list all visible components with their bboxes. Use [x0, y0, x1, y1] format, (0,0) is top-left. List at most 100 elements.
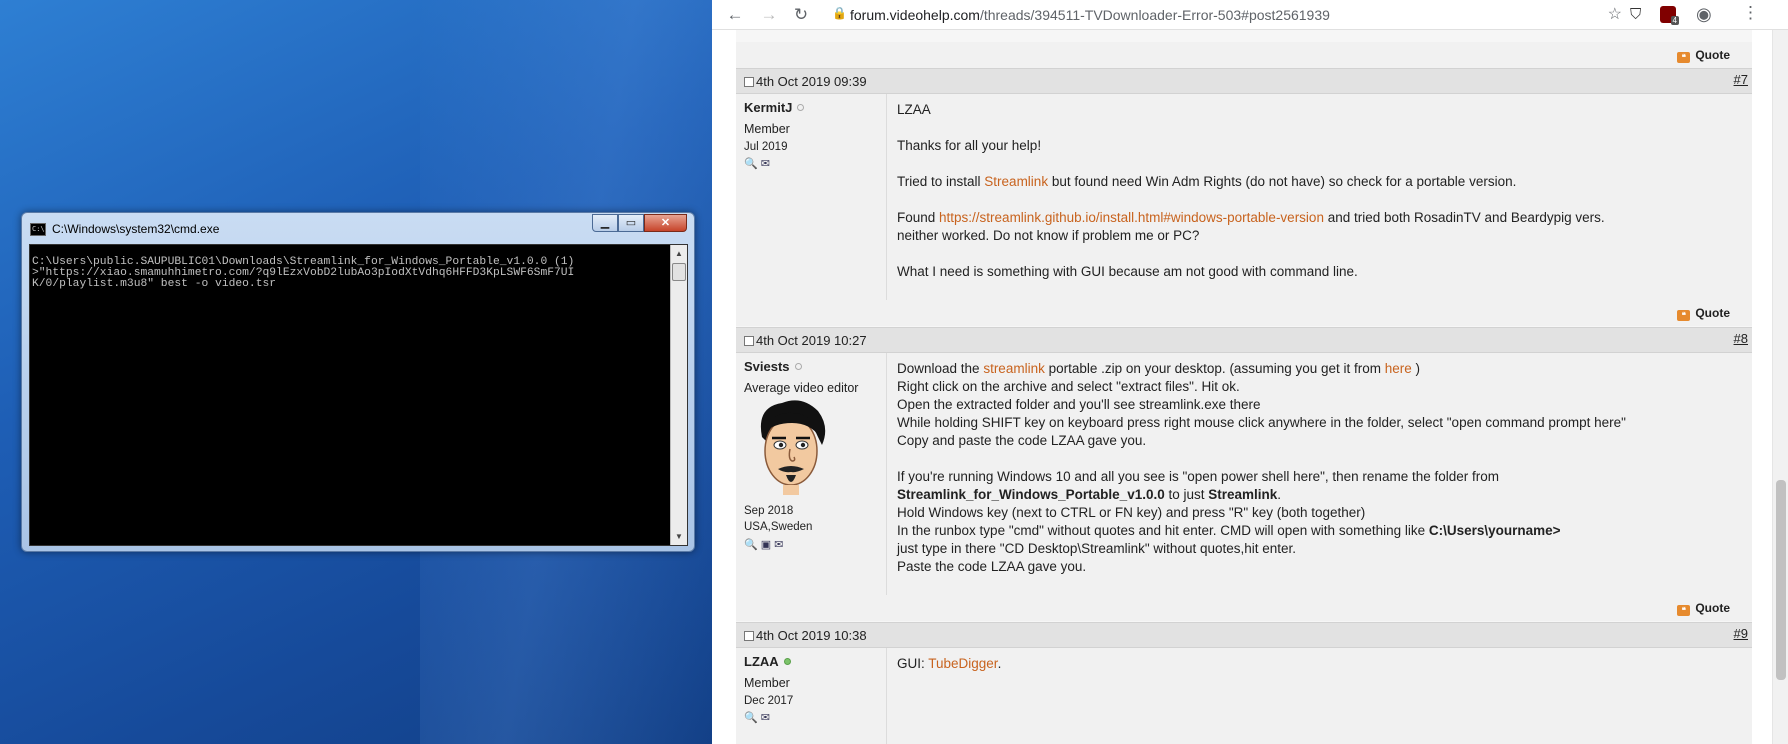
url-path: /threads/394511-TVDownloader-Error-503#p… — [979, 7, 1330, 23]
close-button[interactable]: ✕ — [644, 214, 687, 232]
user-role: Average video editor — [744, 381, 859, 395]
window-controls: ▁ ▭ ✕ — [592, 214, 687, 232]
username: LZAA — [744, 654, 779, 669]
post-header: 4th Oct 2019 10:38 #9 — [736, 622, 1752, 648]
user-avatar[interactable] — [752, 397, 830, 495]
console-area[interactable]: C:\Users\public.SAUPUBLIC01\Downloads\St… — [29, 244, 688, 546]
profile-icon[interactable]: ◉ — [1696, 4, 1712, 25]
menu-icon[interactable]: ⋮ — [1742, 3, 1759, 23]
username-link[interactable]: KermitJ — [744, 100, 805, 115]
post-text: Copy and paste the code LZAA gave you. — [897, 433, 1147, 448]
minimize-button[interactable]: ▁ — [592, 214, 618, 232]
page-scrollbar[interactable] — [1772, 30, 1788, 744]
online-status-icon — [783, 658, 791, 665]
post-text: What I need is something with GUI becaus… — [897, 264, 1358, 279]
post-text: Found https://streamlink.github.io/insta… — [897, 210, 1605, 225]
post-text: Hold Windows key (next to CTRL or FN key… — [897, 505, 1366, 520]
quote-label: Quote — [1695, 306, 1730, 320]
post-checkbox[interactable] — [744, 631, 754, 641]
back-icon[interactable]: ← — [724, 4, 746, 26]
maximize-button[interactable]: ▭ — [618, 214, 644, 232]
user-join-date: Dec 2017 — [744, 695, 794, 707]
user-actions: 🔍✉ — [744, 157, 773, 170]
shield-extension-icon[interactable]: ⛉ — [1630, 6, 1641, 23]
text-span: Found — [897, 210, 940, 225]
post-date: 4th Oct 2019 09:39 — [756, 74, 867, 89]
gallery-icon[interactable]: ▣ — [761, 539, 774, 551]
post-text: If you're running Windows 10 and all you… — [897, 469, 1499, 484]
scroll-up-icon[interactable]: ▲ — [671, 245, 687, 262]
extension-badge: 4 — [1670, 16, 1679, 25]
quote-button[interactable]: ❝ Quote — [1677, 48, 1730, 63]
post-user-panel: Sviests Average video editor Sep 2018 US… — [736, 353, 886, 595]
cmd-title-text: C:\Windows\system32\cmd.exe — [52, 222, 220, 236]
username-link[interactable]: LZAA — [744, 654, 791, 669]
mail-icon[interactable]: ✉ — [761, 712, 773, 724]
page-scroll-thumb[interactable] — [1776, 480, 1786, 680]
post-text: Tried to install Streamlink but found ne… — [897, 174, 1516, 189]
post-text: neither worked. Do not know if problem m… — [897, 228, 1200, 243]
search-icon[interactable]: 🔍 — [744, 712, 761, 724]
text-span: . — [997, 656, 1002, 671]
forum-thread: ❝ Quote 4th Oct 2019 09:39 #7 KermitJ Mem… — [736, 30, 1752, 744]
post-body: LZAA Thanks for all your help! Tried to … — [886, 94, 1752, 300]
post-number-link[interactable]: #7 — [1734, 72, 1748, 87]
quote-icon: ❝ — [1677, 605, 1691, 616]
offline-status-icon — [797, 104, 805, 111]
post-text: Download the streamlink portable .zip on… — [897, 361, 1420, 376]
cmd-window[interactable]: C:\ C:\Windows\system32\cmd.exe ▁ ▭ ✕ C:… — [21, 212, 695, 552]
text-span: to just — [1164, 487, 1209, 502]
url-text: forum.videohelp.com/threads/394511-TVDow… — [850, 7, 1330, 23]
ublock-extension-icon[interactable]: 4 — [1660, 6, 1679, 25]
mail-icon[interactable]: ✉ — [774, 539, 786, 551]
forward-icon[interactable]: → — [758, 4, 780, 26]
url-host: forum.videohelp.com — [850, 7, 980, 23]
console-line: K/0/playlist.m3u8" best -o video.tsr — [32, 278, 277, 290]
quote-label: Quote — [1695, 48, 1730, 62]
text-span: GUI: — [897, 656, 929, 671]
bookmark-star-icon[interactable]: ☆ — [1608, 4, 1622, 24]
page-content: ❝ Quote 4th Oct 2019 09:39 #7 KermitJ Mem… — [712, 30, 1772, 744]
quote-button[interactable]: ❝ Quote — [1677, 306, 1730, 321]
bold-text: C:\Users\yourname> — [1428, 523, 1561, 538]
reload-icon[interactable]: ↻ — [790, 4, 812, 26]
scroll-down-icon[interactable]: ▼ — [671, 528, 687, 545]
post-number-link[interactable]: #8 — [1734, 331, 1748, 346]
username: KermitJ — [744, 100, 793, 115]
search-icon[interactable]: 🔍 — [744, 539, 761, 551]
scroll-thumb[interactable] — [672, 263, 686, 281]
post-text: In the runbox type "cmd" without quotes … — [897, 523, 1561, 538]
offline-status-icon — [794, 363, 802, 370]
console-scrollbar[interactable]: ▲ ▼ — [670, 245, 687, 545]
streamlink-link[interactable]: Streamlink — [984, 174, 1048, 189]
address-bar[interactable]: 🔒 forum.videohelp.com/threads/394511-TVD… — [824, 3, 1624, 27]
text-span: Download the — [897, 361, 984, 376]
post-footer: ❝ Quote — [736, 42, 1752, 68]
mail-icon[interactable]: ✉ — [761, 158, 773, 170]
post-header: 4th Oct 2019 10:27 #8 — [736, 327, 1752, 353]
username: Sviests — [744, 359, 790, 374]
here-link[interactable]: here — [1385, 361, 1412, 376]
install-link[interactable]: https://streamlink.github.io/install.htm… — [939, 210, 1324, 225]
text-span: In the runbox type "cmd" without quotes … — [897, 523, 1429, 538]
post-user-panel: KermitJ Member Jul 2019 🔍✉ — [736, 94, 886, 300]
user-actions: 🔍✉ — [744, 711, 773, 724]
post-user-panel: LZAA Member Dec 2017 🔍✉ — [736, 648, 886, 744]
bold-text: Streamlink — [1208, 487, 1278, 502]
streamlink-link[interactable]: streamlink — [983, 361, 1045, 376]
post-checkbox[interactable] — [744, 336, 754, 346]
post-text: Paste the code LZAA gave you. — [897, 559, 1087, 574]
bold-text: Streamlink_for_Windows_Portable_v1.0.0 — [897, 487, 1165, 502]
search-icon[interactable]: 🔍 — [744, 158, 761, 170]
post-header: 4th Oct 2019 09:39 #7 — [736, 68, 1752, 94]
post-checkbox[interactable] — [744, 77, 754, 87]
cmd-titlebar[interactable]: C:\ C:\Windows\system32\cmd.exe — [30, 219, 219, 239]
text-span: ) — [1411, 361, 1421, 376]
quote-button[interactable]: ❝ Quote — [1677, 601, 1730, 616]
user-role: Member — [744, 122, 790, 136]
tubedigger-link[interactable]: TubeDigger — [928, 656, 997, 671]
post-footer: ❝ Quote — [736, 300, 1752, 326]
text-span: . — [1277, 487, 1282, 502]
post-number-link[interactable]: #9 — [1734, 626, 1748, 641]
username-link[interactable]: Sviests — [744, 359, 802, 374]
